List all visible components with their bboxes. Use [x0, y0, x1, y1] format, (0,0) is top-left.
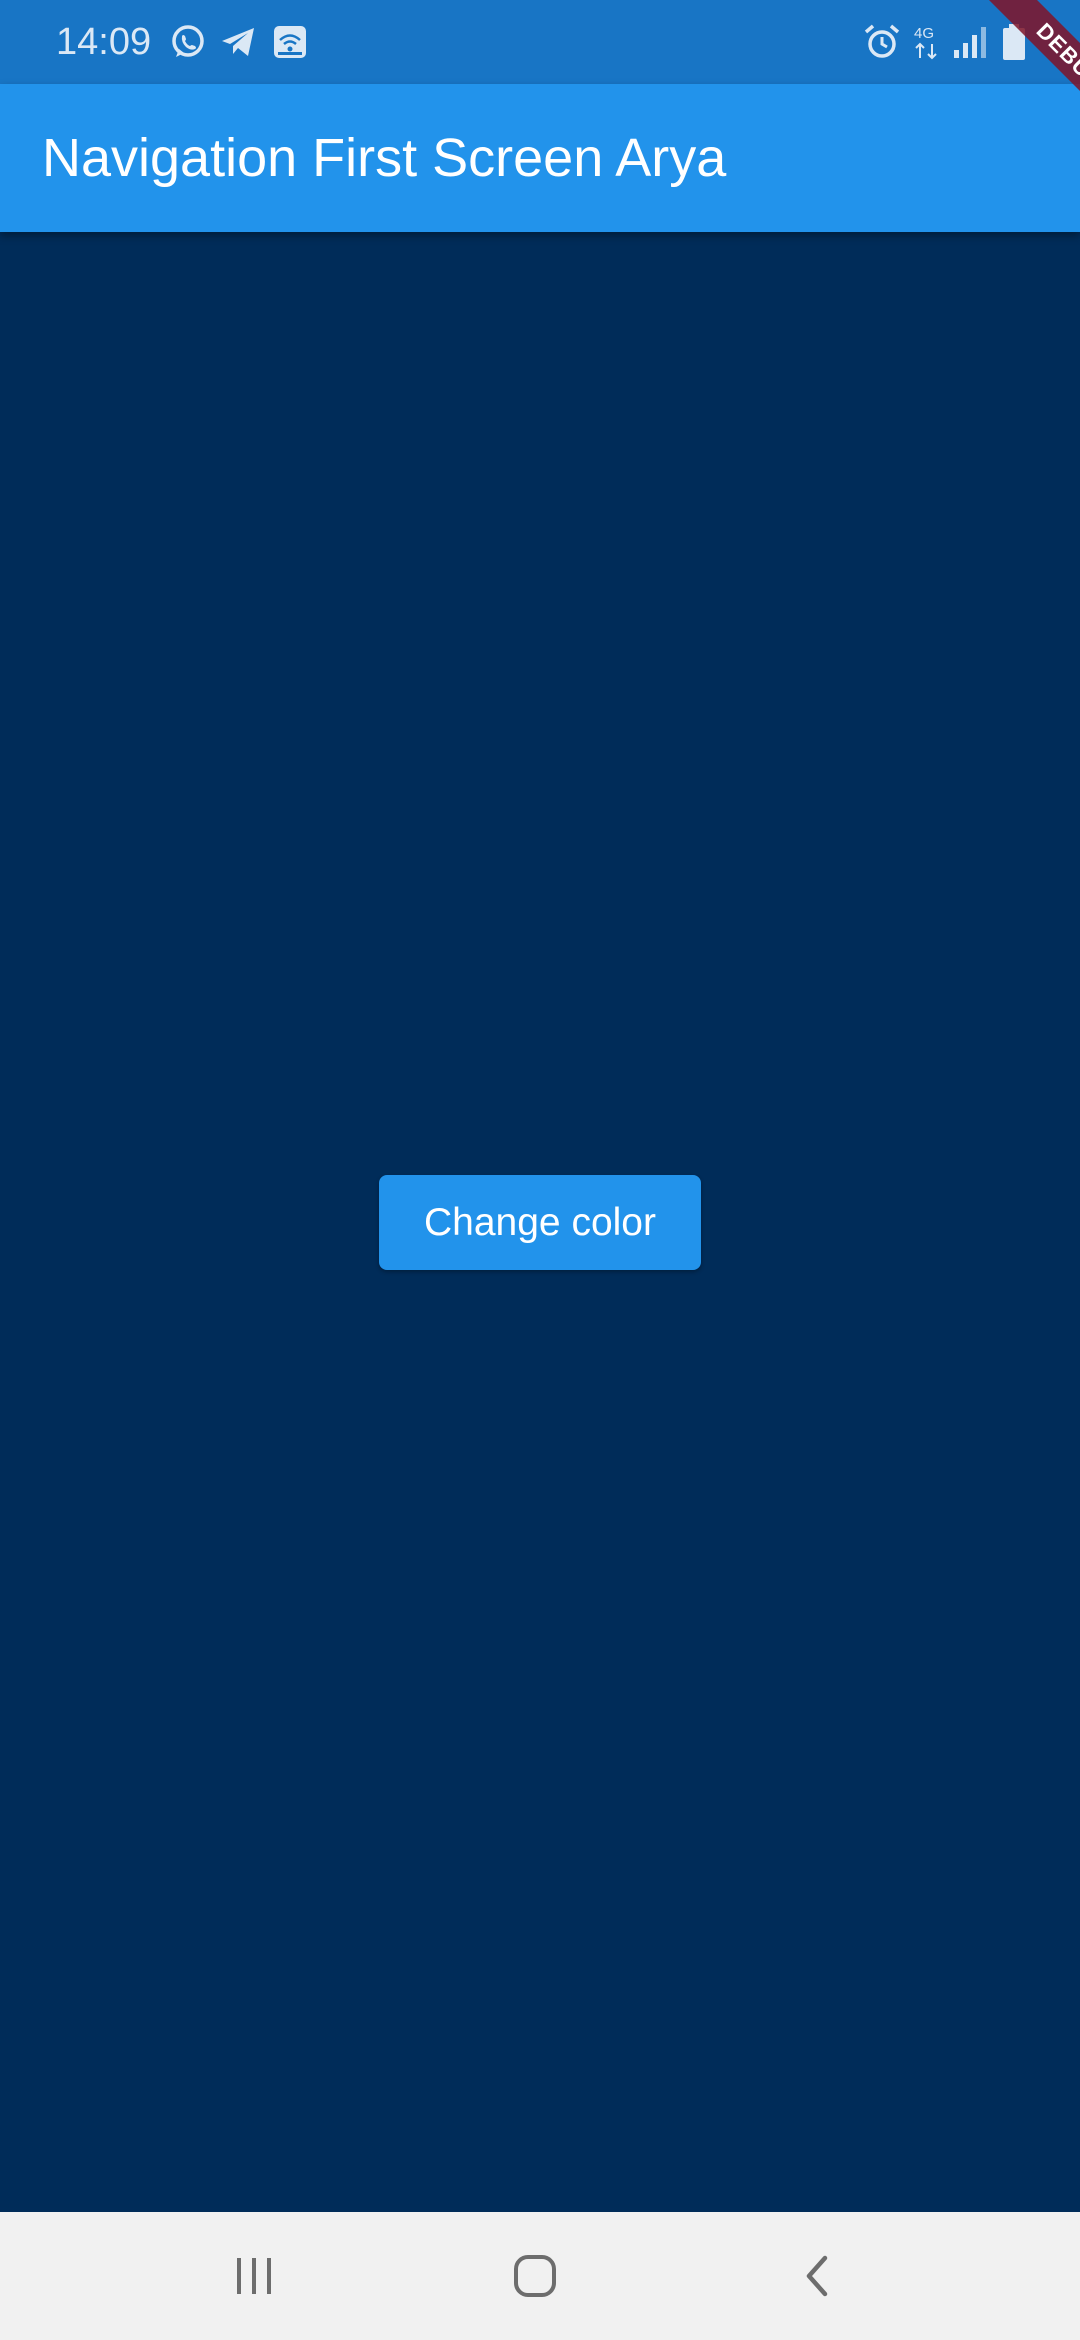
change-color-button[interactable]: Change color — [379, 1175, 701, 1270]
network-4g-icon: 4G — [914, 25, 937, 60]
page-title: Navigation First Screen Arya — [42, 128, 727, 188]
network-label: 4G — [914, 25, 934, 42]
main-content: Change color — [0, 232, 1080, 2212]
system-nav-bar — [0, 2212, 1080, 2340]
whatsapp-icon — [172, 25, 204, 57]
alarm-icon — [864, 24, 900, 58]
recent-apps-icon[interactable] — [214, 2236, 294, 2316]
home-icon[interactable] — [495, 2236, 575, 2316]
back-icon[interactable] — [777, 2236, 857, 2316]
status-time: 14:09 — [56, 21, 152, 63]
battery-icon — [1003, 24, 1025, 60]
signal-icon — [954, 27, 986, 58]
status-bar: 14:09 4G — [0, 0, 1080, 84]
wifi-calling-icon — [274, 26, 306, 58]
app-bar: Navigation First Screen Arya — [0, 84, 1080, 232]
telegram-icon — [222, 28, 254, 56]
